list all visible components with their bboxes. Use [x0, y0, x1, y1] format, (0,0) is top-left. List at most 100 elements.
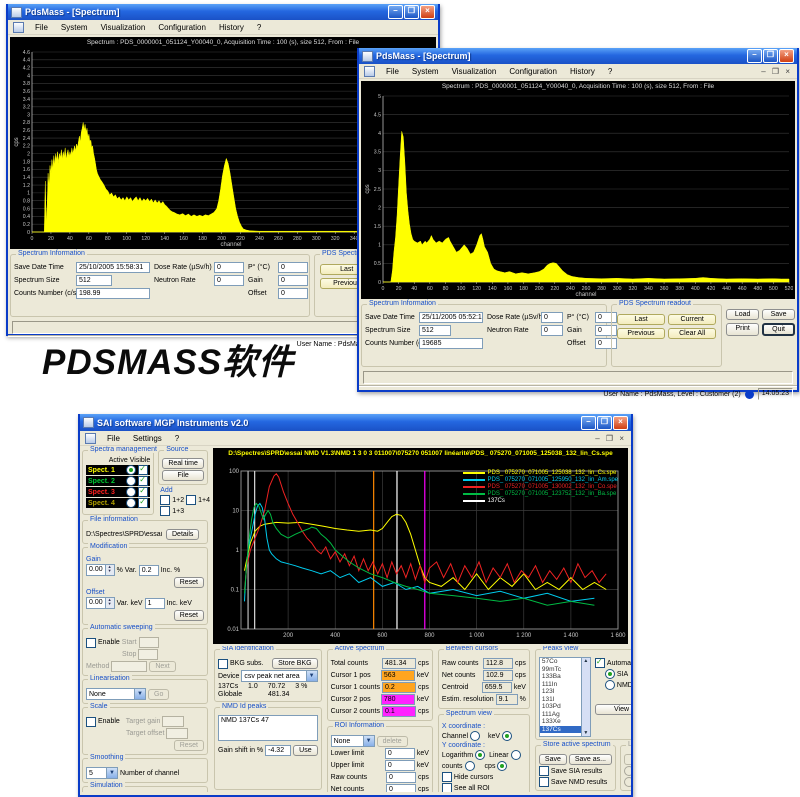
previous-button[interactable]: Previous	[617, 328, 665, 339]
menu-visualization[interactable]: Visualization	[99, 23, 148, 32]
dose-field[interactable]: 0	[214, 262, 244, 273]
neutron-field[interactable]: 0	[541, 325, 563, 336]
visible-checkbox[interactable]	[138, 476, 148, 486]
mdi-child-controls[interactable]: ‒ ❐ ×	[761, 67, 792, 76]
view-energies-button[interactable]: View energies	[595, 704, 631, 715]
active-radio[interactable]	[126, 476, 136, 486]
clear-all-button[interactable]: Clear All	[668, 328, 716, 339]
spectrum-row-3[interactable]: Spect. 3	[86, 487, 150, 497]
save-button[interactable]: Save	[762, 309, 795, 320]
offset-inc-field[interactable]: 1	[145, 598, 165, 609]
channel-radio[interactable]	[470, 731, 480, 741]
minimize-button[interactable]: –	[581, 416, 596, 430]
minimize-button[interactable]: –	[747, 49, 762, 63]
offset-field[interactable]: 0	[278, 288, 308, 299]
counts-radio[interactable]	[465, 761, 475, 771]
offset-reset-button[interactable]: Reset	[174, 610, 204, 621]
peaks-listbox[interactable]: 57Co 99mTc 133Ba 111In 123I 131I 103Pd 1…	[539, 657, 591, 737]
see-all-roi-checkbox[interactable]	[442, 783, 452, 792]
maximize-button[interactable]: ❐	[763, 49, 778, 63]
visible-checkbox[interactable]	[138, 465, 148, 475]
save-as-button[interactable]: Save as...	[569, 754, 612, 765]
counts-field[interactable]: 19685	[419, 338, 483, 349]
menu-system[interactable]: System	[59, 23, 90, 32]
save-sia-results-checkbox[interactable]	[539, 766, 549, 776]
close-button[interactable]: ×	[613, 416, 628, 430]
mdi-child-controls[interactable]: ‒ ❐ ×	[595, 434, 626, 443]
real-time-button[interactable]: Real time	[162, 458, 204, 469]
menu-help[interactable]: ?	[255, 23, 263, 32]
store-bkg-button[interactable]: Store BKG	[272, 658, 317, 669]
bkg-subs-checkbox[interactable]	[218, 659, 228, 669]
logarithm-radio[interactable]	[475, 750, 485, 760]
maximize-button[interactable]: ❐	[404, 5, 419, 19]
details-button[interactable]: Details	[166, 529, 199, 540]
cps-radio[interactable]	[497, 761, 507, 771]
neutron-field[interactable]: 0	[214, 275, 244, 286]
save-date-field[interactable]: 25/11/2005 05:52:16	[419, 312, 483, 323]
size-field[interactable]: 512	[419, 325, 451, 336]
quit-button[interactable]: Quit	[762, 323, 795, 336]
active-radio[interactable]	[126, 465, 136, 475]
gain-field[interactable]: 0	[278, 275, 308, 286]
file-button[interactable]: File	[162, 470, 204, 481]
menu-file[interactable]: File	[33, 23, 50, 32]
print-button[interactable]: Print	[726, 323, 759, 336]
temp-field[interactable]: 0	[278, 262, 308, 273]
save-date-field[interactable]: 25/10/2005 15:58:31	[76, 262, 150, 273]
sia-mode-dropdown[interactable]: csv peak net area▼	[241, 670, 317, 682]
visible-checkbox[interactable]	[138, 498, 148, 508]
menu-file[interactable]: File	[384, 67, 401, 76]
hide-cursors-checkbox[interactable]	[442, 772, 452, 782]
spectrum-row-2[interactable]: Spect. 2	[86, 476, 150, 486]
use-button[interactable]: Use	[293, 745, 317, 756]
sia-radio[interactable]	[605, 669, 615, 679]
roi-dropdown[interactable]: None▼	[331, 735, 375, 747]
maximize-button[interactable]: ❐	[597, 416, 612, 430]
linear-radio[interactable]	[511, 750, 521, 760]
roi-lower-field[interactable]: 0	[385, 748, 415, 759]
menu-system[interactable]: System	[410, 67, 441, 76]
scale-enable-checkbox[interactable]	[86, 717, 96, 727]
menu-history[interactable]: History	[217, 23, 246, 32]
spectrum-row-4[interactable]: Spect. 4	[86, 498, 150, 508]
active-radio[interactable]	[126, 498, 136, 508]
gain-shift-field[interactable]: -4.32	[265, 745, 291, 756]
close-button[interactable]: ×	[420, 5, 435, 19]
gain-reset-button[interactable]: Reset	[174, 577, 204, 588]
active-radio[interactable]	[126, 487, 136, 497]
listbox-scrollbar[interactable]: ▲▼	[581, 658, 590, 736]
offset-spinner[interactable]: 0.00▲▼	[86, 597, 115, 609]
nmd-radio[interactable]	[605, 680, 615, 690]
sweeping-enable-checkbox[interactable]	[86, 638, 96, 648]
menu-help[interactable]: ?	[606, 67, 614, 76]
smoothing-dropdown[interactable]: 5▼	[86, 767, 118, 779]
menu-configuration[interactable]: Configuration	[156, 23, 208, 32]
current-button[interactable]: Current	[668, 314, 716, 325]
minimize-button[interactable]: –	[388, 5, 403, 19]
spectrum-row-1[interactable]: Spect. 1	[86, 465, 150, 475]
save-nmd-results-checkbox[interactable]	[539, 777, 549, 787]
save-button[interactable]: Save	[539, 754, 567, 765]
gain-spinner[interactable]: 0.00▲▼	[86, 564, 115, 576]
linearisation-dropdown[interactable]: None▼	[86, 688, 146, 700]
load-button[interactable]: Load	[726, 309, 759, 320]
size-field[interactable]: 512	[76, 275, 112, 286]
titlebar[interactable]: PdsMass - [Spectrum] – ❐ ×	[8, 4, 438, 20]
menu-history[interactable]: History	[568, 67, 597, 76]
add-1-4-checkbox[interactable]	[186, 495, 196, 505]
roi-upper-field[interactable]: 0	[385, 760, 415, 771]
last-button[interactable]: Last	[617, 314, 665, 325]
menu-file[interactable]: File	[105, 434, 122, 443]
counts-field[interactable]: 198.99	[76, 288, 150, 299]
visible-checkbox[interactable]	[138, 487, 148, 497]
close-button[interactable]: ×	[779, 49, 794, 63]
gain-inc-field[interactable]: 0.2	[139, 565, 159, 576]
menu-visualization[interactable]: Visualization	[450, 67, 499, 76]
titlebar[interactable]: PdsMass - [Spectrum] – ❐ ×	[359, 48, 797, 64]
add-1-2-checkbox[interactable]	[160, 495, 170, 505]
menu-configuration[interactable]: Configuration	[507, 67, 559, 76]
kev-radio[interactable]	[502, 731, 512, 741]
menu-settings[interactable]: Settings	[131, 434, 164, 443]
dose-field[interactable]: 0	[541, 312, 563, 323]
